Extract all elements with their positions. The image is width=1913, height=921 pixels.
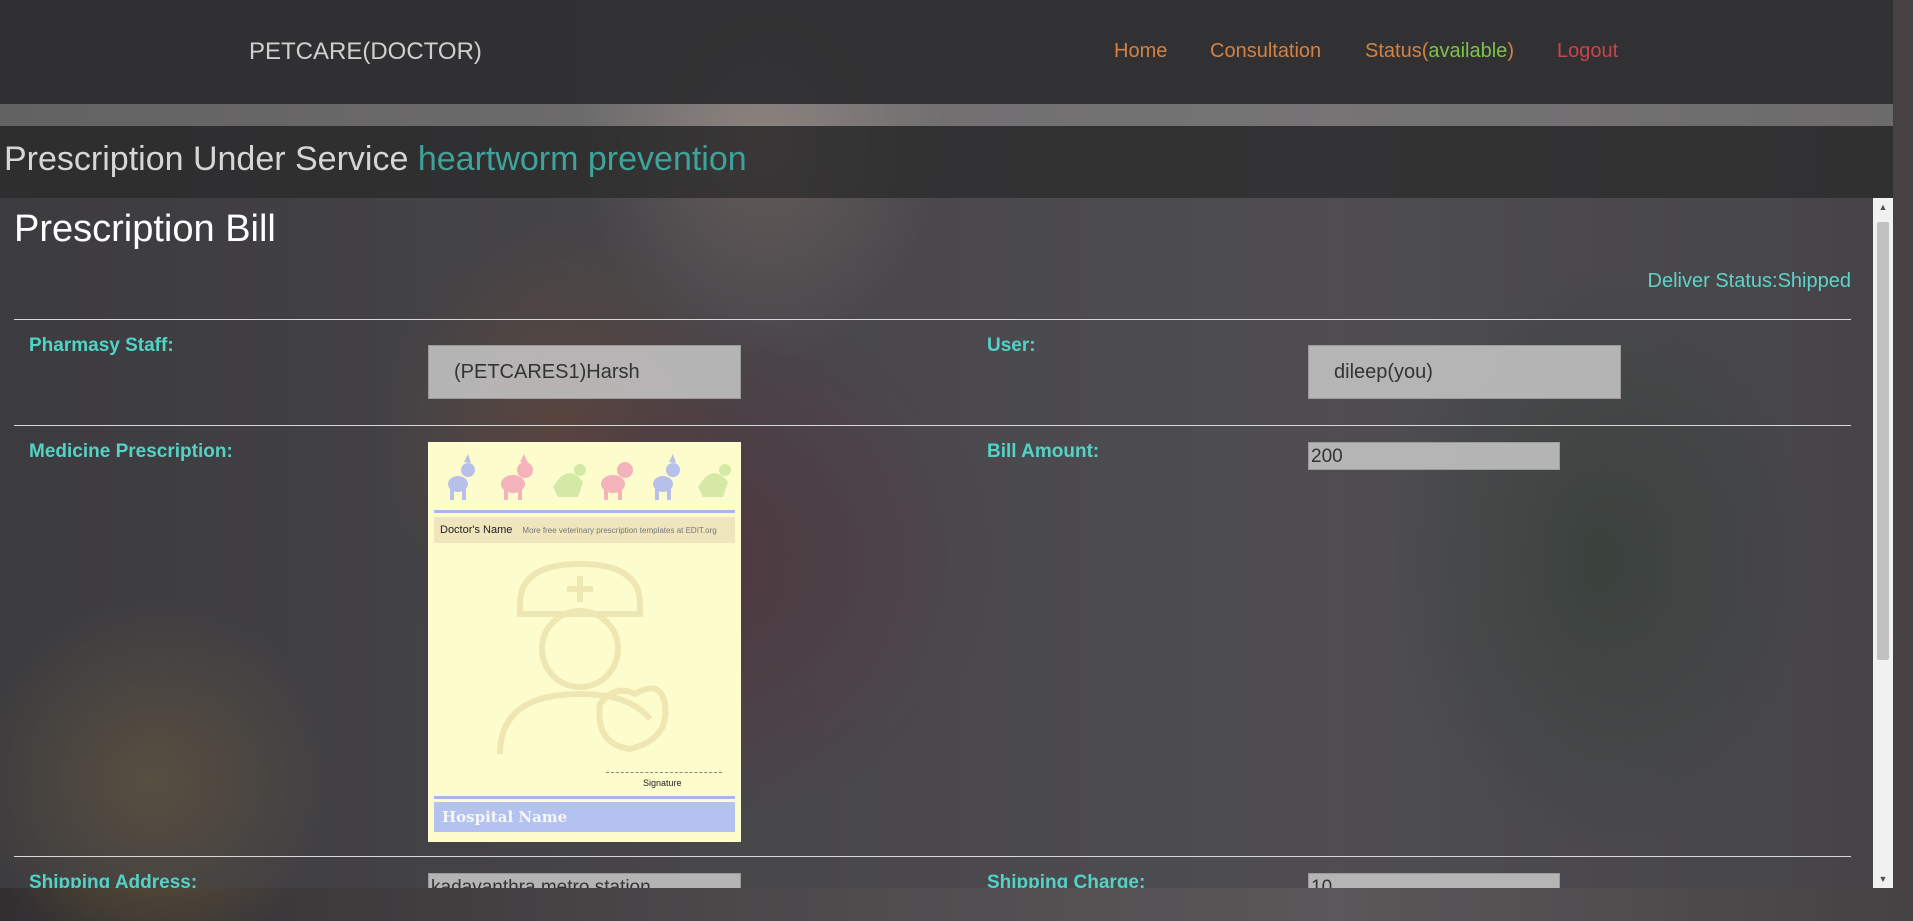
service-title: Prescription Under Service heartworm pre… — [4, 140, 747, 179]
nav-home-link[interactable]: Home — [1114, 40, 1167, 63]
service-name: heartworm prevention — [417, 140, 747, 178]
shipping-address-label: Shipping Address: — [29, 872, 198, 888]
pharmacy-staff-label: Pharmasy Staff: — [29, 335, 174, 356]
scroll-up-arrow-icon[interactable]: ▲ — [1873, 198, 1893, 216]
service-header: Prescription Under Service heartworm pre… — [0, 126, 1893, 198]
nav-logout-link[interactable]: Logout — [1557, 40, 1618, 63]
rx-signature-label: Signature — [643, 778, 682, 788]
rx-divider — [434, 796, 735, 799]
signature-line — [606, 772, 722, 773]
navbar-strip — [0, 104, 1893, 126]
pets-banner-icon — [448, 454, 731, 500]
nav-consultation-link[interactable]: Consultation — [1210, 40, 1321, 63]
rx-doctor-bar: Doctor's Name More free veterinary presc… — [434, 517, 735, 543]
service-label: Prescription Under Service — [4, 140, 409, 178]
navbar: PETCARE(DOCTOR) Home Consultation Status… — [0, 0, 1893, 104]
divider — [14, 319, 1851, 320]
status-prefix: Status( — [1365, 40, 1429, 62]
panel-scrollbar[interactable]: ▲ ▼ — [1873, 198, 1893, 888]
rx-footer: Hospital Name — [434, 802, 735, 832]
nav-status-link[interactable]: Status(available) — [1365, 40, 1514, 63]
deliver-status: Deliver Status:Shipped — [1647, 270, 1851, 292]
user-field[interactable]: dileep(you) — [1308, 345, 1621, 399]
rx-doctor-name: Doctor's Name — [440, 524, 513, 536]
divider — [14, 425, 1851, 426]
medicine-prescription-label: Medicine Prescription: — [29, 441, 233, 462]
scroll-down-arrow-icon[interactable]: ▼ — [1873, 870, 1893, 888]
veterinarian-icon — [497, 560, 669, 754]
status-value: available — [1428, 40, 1508, 62]
scroll-thumb[interactable] — [1877, 222, 1889, 660]
bill-amount-field[interactable]: 200 — [1308, 442, 1560, 470]
bill-amount-label: Bill Amount: — [987, 441, 1100, 462]
pharmacy-staff-field[interactable]: (PETCARES1)Harsh — [428, 345, 741, 399]
brand-title: PETCARE(DOCTOR) — [249, 38, 482, 65]
rx-note: More free veterinary prescription templa… — [522, 525, 717, 535]
shipping-address-field[interactable]: kadavanthra metro station — [428, 873, 741, 888]
bill-title: Prescription Bill — [14, 208, 276, 250]
user-label: User: — [987, 335, 1036, 356]
bill-panel[interactable]: Prescription Bill Deliver Status:Shipped… — [0, 198, 1873, 888]
rx-hospital-name: Hospital Name — [442, 808, 568, 826]
shipping-charge-label: Shipping Charge: — [987, 872, 1146, 888]
shipping-charge-field[interactable]: 10 — [1308, 873, 1560, 888]
rx-divider — [434, 510, 735, 513]
status-suffix: ) — [1507, 40, 1514, 62]
divider — [14, 856, 1851, 857]
prescription-image: Doctor's Name More free veterinary presc… — [428, 442, 741, 842]
